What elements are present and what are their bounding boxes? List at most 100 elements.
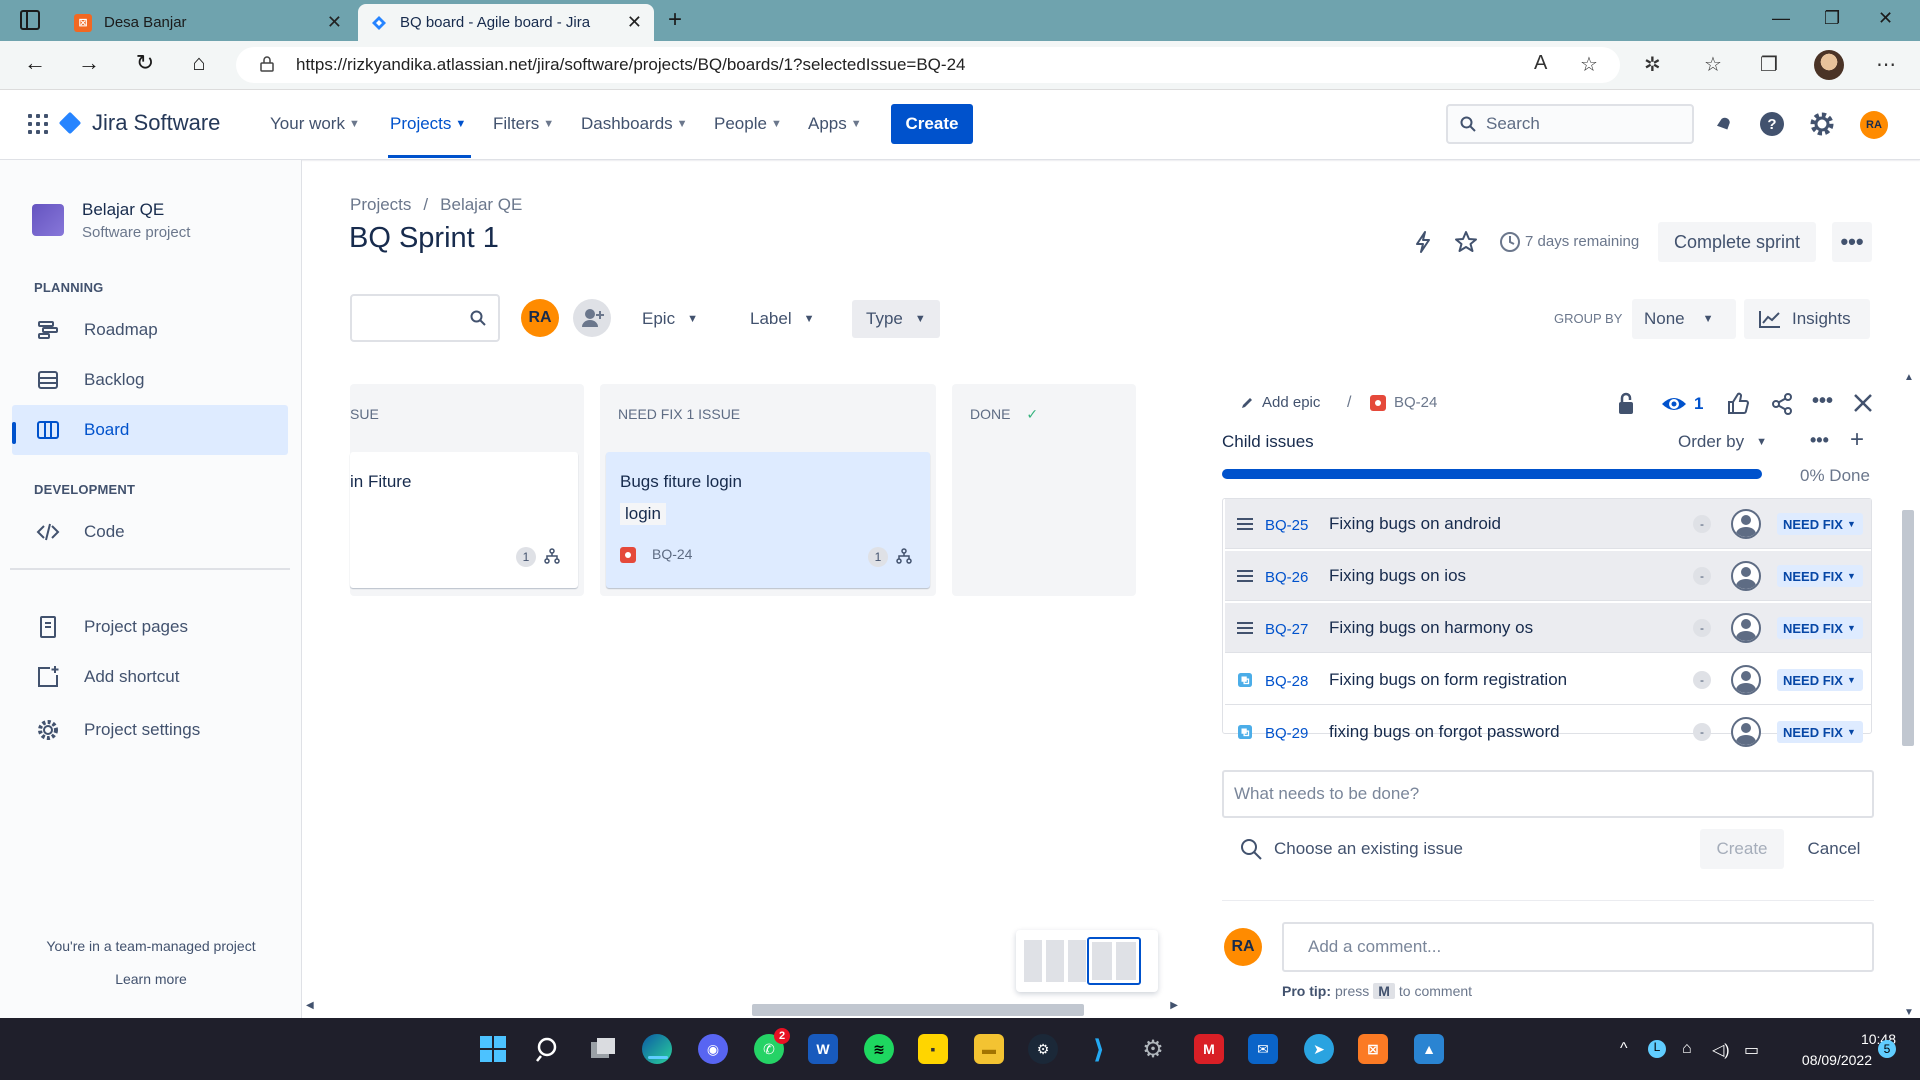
label-filter-dropdown[interactable]: Label ▼ (736, 300, 829, 338)
scroll-down-icon[interactable]: ▼ (1904, 1007, 1914, 1018)
unassigned-avatar-icon[interactable] (1731, 717, 1761, 747)
card-key[interactable]: BQ-24 (652, 546, 692, 562)
show-hidden-icons-icon[interactable]: ^ (1620, 1040, 1628, 1058)
mail-icon[interactable]: ✉ (1248, 1034, 1278, 1064)
automation-icon[interactable] (1412, 230, 1434, 254)
order-by-dropdown[interactable]: Order by ▼ (1678, 432, 1767, 452)
status-dropdown[interactable]: NEED FIX ▼ (1777, 565, 1863, 587)
sidebar-item-roadmap[interactable]: Roadmap (12, 305, 288, 355)
nav-people[interactable]: People ▼ (714, 114, 782, 134)
nav-projects[interactable]: Projects ▼ (390, 114, 466, 134)
issue-key-link[interactable]: BQ-24 (1370, 394, 1437, 411)
help-icon[interactable]: ? (1758, 110, 1786, 138)
sidebar-item-add-shortcut[interactable]: Add shortcut (12, 652, 288, 702)
child-issue-row[interactable]: BQ-25 Fixing bugs on android - NEED FIX ▼ (1225, 499, 1871, 549)
type-filter-dropdown[interactable]: Type ▼ (852, 300, 940, 338)
unassigned-avatar-icon[interactable] (1731, 509, 1761, 539)
window-close-icon[interactable]: ✕ (1878, 8, 1893, 29)
child-issue-title[interactable]: Fixing bugs on android (1329, 514, 1501, 534)
user-avatar[interactable]: RA (1860, 111, 1888, 139)
edge-browser-icon[interactable] (642, 1034, 672, 1064)
assignee-filter-avatar[interactable]: RA (521, 299, 559, 337)
lock-icon[interactable] (260, 56, 274, 72)
tray-app-icon[interactable]: L (1648, 1040, 1666, 1058)
lock-icon[interactable] (1616, 392, 1636, 416)
cancel-child-button[interactable]: Cancel (1796, 829, 1872, 869)
sidebar-item-project-settings[interactable]: Project settings (12, 705, 288, 755)
learn-more-link[interactable]: Learn more (0, 971, 302, 987)
priority-indicator[interactable]: - (1693, 515, 1711, 533)
new-child-issue-input[interactable]: What needs to be done? (1222, 770, 1874, 818)
issue-card[interactable]: in Fiture 1 (350, 452, 578, 588)
board-more-button[interactable]: ••• (1832, 222, 1872, 262)
create-child-button[interactable]: Create (1700, 829, 1784, 869)
choose-existing-issue-link[interactable]: Choose an existing issue (1240, 838, 1463, 860)
steam-icon[interactable]: ⚙ (1028, 1034, 1058, 1064)
scroll-right-icon[interactable]: ▶ (1170, 1000, 1178, 1011)
board-search-input[interactable] (350, 294, 500, 342)
whatsapp-icon[interactable]: ✆ 2 (754, 1028, 790, 1064)
priority-indicator[interactable]: - (1693, 619, 1711, 637)
settings-gear-icon[interactable]: ⚙ (1138, 1034, 1168, 1064)
child-issue-title[interactable]: Fixing bugs on ios (1329, 566, 1466, 586)
child-issue-key[interactable]: BQ-26 (1265, 569, 1308, 586)
browser-tab-jira[interactable]: BQ board - Agile board - Jira ✕ (358, 4, 654, 41)
address-bar[interactable]: https://rizkyandika.atlassian.net/jira/s… (236, 47, 1620, 83)
nav-dashboards[interactable]: Dashboards ▼ (581, 114, 688, 134)
sidebar-item-backlog[interactable]: Backlog (12, 355, 288, 405)
epic-filter-dropdown[interactable]: Epic ▼ (628, 300, 712, 338)
taskbar-search-icon[interactable] (534, 1034, 564, 1064)
child-issue-key[interactable]: BQ-29 (1265, 725, 1308, 742)
share-icon[interactable] (1770, 392, 1794, 416)
network-icon[interactable]: ⌂ (1682, 1040, 1692, 1058)
child-issue-row[interactable]: BQ-26 Fixing bugs on ios - NEED FIX ▼ (1225, 551, 1871, 601)
telegram-icon[interactable]: ➤ (1304, 1034, 1334, 1064)
watch-eye-icon[interactable] (1660, 392, 1688, 416)
thumbs-up-icon[interactable] (1726, 392, 1750, 416)
more-actions-icon[interactable]: ••• (1812, 390, 1833, 413)
breadcrumb-projects[interactable]: Projects (350, 195, 411, 215)
child-issue-row[interactable]: BQ-29 fixing bugs on forgot password - NEED… (1225, 707, 1871, 757)
favorites-icon[interactable]: ☆ (1704, 52, 1722, 77)
nav-your-work[interactable]: Your work ▼ (270, 114, 360, 134)
close-tab-icon[interactable]: ✕ (627, 12, 642, 33)
complete-sprint-button[interactable]: Complete sprint (1658, 222, 1816, 262)
unassigned-avatar-icon[interactable] (1731, 561, 1761, 591)
nav-apps[interactable]: Apps ▼ (808, 114, 862, 134)
status-dropdown[interactable]: NEED FIX ▼ (1777, 669, 1863, 691)
notification-center-badge[interactable]: 5 (1878, 1040, 1896, 1058)
nav-filters[interactable]: Filters ▼ (493, 114, 554, 134)
column-layout-switcher[interactable] (1016, 930, 1158, 992)
read-aloud-icon[interactable]: A (1534, 52, 1547, 75)
file-explorer-icon[interactable]: ▬ (974, 1034, 1004, 1064)
child-issue-key[interactable]: BQ-28 (1265, 673, 1308, 690)
insights-button[interactable]: Insights (1744, 299, 1870, 339)
child-issue-key[interactable]: BQ-27 (1265, 621, 1308, 638)
priority-indicator[interactable]: - (1693, 723, 1711, 741)
unassigned-avatar-icon[interactable] (1731, 613, 1761, 643)
browser-tab-desa-banjar[interactable]: ⊠ Desa Banjar ✕ (62, 4, 354, 41)
unassigned-avatar-icon[interactable] (1731, 665, 1761, 695)
child-issue-title[interactable]: Fixing bugs on form registration (1329, 670, 1567, 690)
taskbar-date[interactable]: 08/09/2022 (1782, 1052, 1872, 1068)
comment-input[interactable]: Add a comment... (1282, 922, 1874, 972)
sidebar-item-board[interactable]: Board (12, 405, 288, 455)
close-tab-icon[interactable]: ✕ (327, 12, 342, 33)
minimize-icon[interactable]: — (1772, 8, 1790, 29)
spotify-icon[interactable]: ≋ (864, 1034, 894, 1064)
back-icon[interactable]: ← (20, 50, 50, 76)
priority-indicator[interactable]: - (1693, 671, 1711, 689)
project-name[interactable]: Belajar QE (82, 200, 164, 220)
task-view-icon[interactable] (588, 1034, 618, 1064)
status-dropdown[interactable]: NEED FIX ▼ (1777, 721, 1863, 743)
app-switcher-icon[interactable] (28, 114, 48, 134)
refresh-icon[interactable]: ↻ (130, 50, 160, 76)
child-issue-title[interactable]: fixing bugs on forgot password (1329, 722, 1560, 742)
child-issue-row[interactable]: BQ-28 Fixing bugs on form registration - NE… (1225, 655, 1871, 705)
child-issue-title[interactable]: Fixing bugs on harmony os (1329, 618, 1533, 638)
sidebar-item-project-pages[interactable]: Project pages (12, 602, 288, 652)
settings-gear-icon[interactable] (1808, 110, 1836, 138)
vertical-scroll-thumb[interactable] (1902, 510, 1914, 746)
vscode-icon[interactable]: ⟩ (1084, 1034, 1114, 1064)
discord-icon[interactable]: ◉ (698, 1034, 728, 1064)
